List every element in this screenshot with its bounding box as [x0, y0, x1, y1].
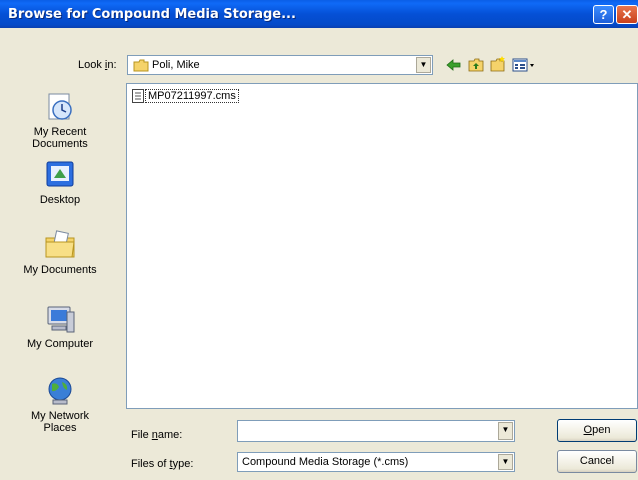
close-button[interactable]: ✕ — [616, 5, 638, 24]
views-menu-icon[interactable] — [511, 57, 537, 73]
my-documents-icon — [43, 228, 77, 262]
file-name-combo[interactable]: ▼ — [237, 420, 515, 442]
places-bar: My Recent Documents Desktop My Documents — [3, 82, 117, 462]
open-button[interactable]: Open — [557, 419, 637, 442]
file-type-dropdown-button[interactable]: ▼ — [498, 454, 513, 470]
my-computer-icon — [43, 302, 77, 336]
file-icon — [132, 89, 144, 103]
cancel-button[interactable]: Cancel — [557, 450, 637, 473]
file-type-value: Compound Media Storage (*.cms) — [242, 456, 409, 468]
back-arrow-icon[interactable] — [445, 57, 463, 73]
look-in-dropdown-button[interactable]: ▼ — [416, 57, 431, 73]
up-folder-icon[interactable] — [467, 57, 485, 73]
file-type-label: Files of type: — [131, 458, 194, 470]
look-in-value: Poli, Mike — [152, 59, 200, 71]
place-label: My Network Places — [30, 410, 90, 434]
place-my-documents[interactable]: My Documents — [3, 228, 117, 276]
place-label: Desktop — [39, 194, 81, 206]
place-my-recent-documents[interactable]: My Recent Documents — [3, 90, 117, 150]
place-my-network-places[interactable]: My Network Places — [3, 374, 117, 434]
new-folder-icon[interactable] — [489, 56, 507, 72]
place-my-computer[interactable]: My Computer — [3, 302, 117, 350]
title-bar: Browse for Compound Media Storage... ? ✕ — [0, 0, 638, 28]
place-label: My Documents — [23, 264, 97, 276]
file-type-combo[interactable]: Compound Media Storage (*.cms) ▼ — [237, 452, 515, 472]
file-name: MP07211997.cms — [145, 89, 239, 103]
list-item[interactable]: MP07211997.cms — [132, 89, 239, 105]
place-desktop[interactable]: Desktop — [3, 158, 117, 206]
place-label: My Computer — [26, 338, 94, 350]
place-label: My Recent Documents — [32, 126, 88, 150]
folder-icon — [133, 59, 149, 72]
recent-documents-icon — [43, 90, 77, 124]
file-name-label: File name: — [131, 429, 183, 441]
desktop-icon — [43, 158, 77, 192]
window-title: Browse for Compound Media Storage... — [8, 7, 296, 22]
look-in-label: Look in: — [78, 59, 117, 71]
look-in-combo[interactable]: Poli, Mike ▼ — [127, 55, 433, 75]
network-places-icon — [43, 374, 77, 408]
file-name-dropdown-button[interactable]: ▼ — [498, 422, 513, 440]
help-button[interactable]: ? — [593, 5, 614, 24]
file-list[interactable]: MP07211997.cms — [126, 83, 638, 409]
